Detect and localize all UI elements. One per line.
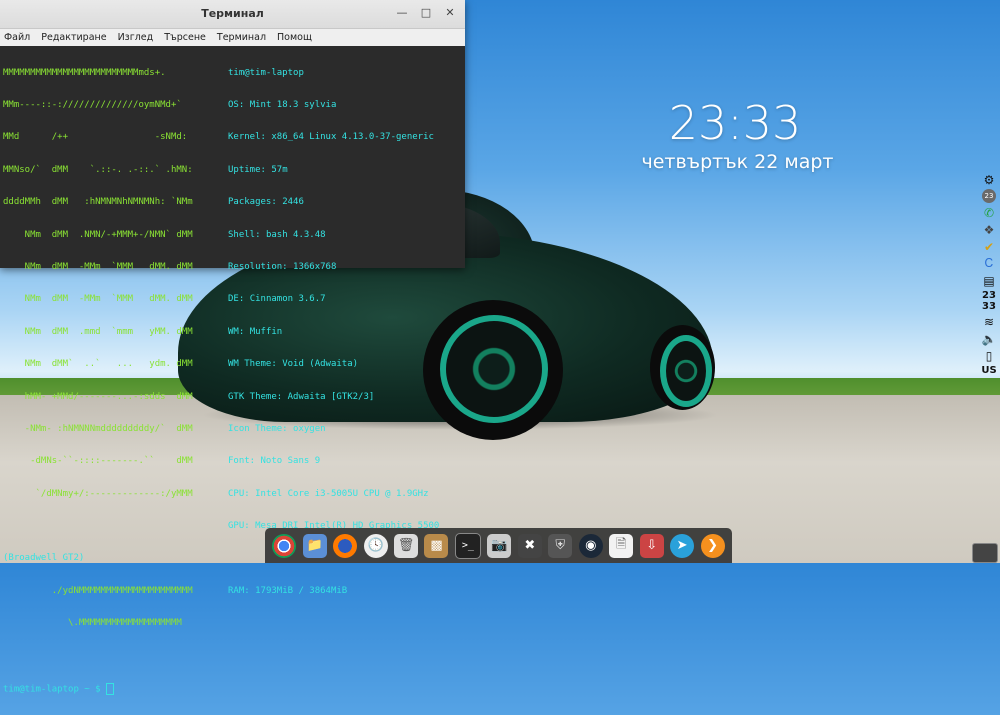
info-value: bash 4.3.48	[265, 229, 326, 240]
logo-line: NMm dMM -MMm `MMM dMM. dMM	[3, 261, 193, 272]
window-titlebar[interactable]: Терминал — □ ✕	[0, 0, 465, 29]
wallpaper-car-front-rim	[660, 335, 712, 407]
menubar: Файл Редактиране Изглед Търсене Терминал…	[0, 29, 465, 47]
desklet-date: четвъртък 22 март	[641, 151, 834, 173]
dock: 📁 🕓 🗑 ▩ >_ 📷 ✖ ⛨ ◉ 🗎 ⇩ ➤ ❯	[265, 528, 732, 563]
text-cursor[interactable]	[105, 683, 114, 696]
info-label: GTK Theme:	[228, 391, 283, 402]
info-label: GPU:	[228, 521, 250, 532]
logo-line: NMm dMM .mmd `mmm yMM. dMM	[3, 326, 193, 337]
firefox-icon[interactable]	[333, 533, 358, 558]
info-value: Adwaita [GTK2/3]	[287, 391, 375, 402]
logo-line: NMm dMM .NMN/-+MMM+-/NMN` dMM	[3, 229, 193, 240]
keyboard-layout[interactable]: US	[981, 365, 996, 376]
logo-line: MMNso/` dMM `.::-. .-::.` .hMN:	[3, 164, 193, 175]
info-label: DE:	[228, 294, 245, 305]
logo-line: NMm dMM -MMm `MMM dMM. dMM	[3, 294, 193, 305]
panel-clock-hour: 23	[982, 290, 996, 301]
terminal-output[interactable]: MMMMMMMMMMMMMMMMMMMMMMMMMmds+. tim@tim-la…	[0, 46, 465, 696]
menu-edit[interactable]: Редактиране	[41, 32, 106, 43]
play-icon[interactable]: ❯	[700, 533, 725, 558]
logo-line: ddddMMh dMM :hNMNMNhNMNMNh: `NMm	[3, 197, 193, 208]
right-panel: ⚙ 23 ✆ ❖ ✔ Ꮯ ▤ 23 33 ≋ 🔈 ▯ US	[978, 172, 1000, 394]
shield-icon[interactable]: ⛨	[548, 533, 573, 558]
menu-file[interactable]: Файл	[4, 32, 30, 43]
chrome-icon[interactable]	[272, 533, 297, 558]
info-value: Cinnamon 3.6.7	[249, 294, 326, 305]
menu-help[interactable]: Помощ	[277, 32, 312, 43]
telegram-icon[interactable]: ➤	[670, 533, 695, 558]
archive-icon[interactable]: ▩	[424, 533, 449, 558]
volume-icon[interactable]: 🔈	[981, 331, 997, 346]
bluetooth-icon[interactable]: Ꮯ	[981, 256, 997, 271]
info-value: Intel Core i3-5005U CPU @ 1.9GHz	[255, 488, 429, 499]
logo-line: \.MMMMMMMMMMMMMMMMMMM	[3, 618, 182, 629]
info-label: OS:	[228, 99, 245, 110]
clock-icon[interactable]: 🕓	[363, 533, 388, 558]
info-value: oxygen	[293, 423, 326, 434]
steam-icon[interactable]: ◉	[578, 533, 603, 558]
info-label: Icon Theme:	[228, 423, 288, 434]
logo-line: ./ydNMMMMMMMMMMMMMMMMMMMMM	[3, 585, 193, 596]
info-value: Void (Adwaita)	[282, 359, 359, 370]
info-label: WM Theme:	[228, 359, 277, 370]
info-value: Noto Sans 9	[260, 456, 321, 467]
screenshot-icon[interactable]: 📷	[487, 533, 512, 558]
logo-line: hMM- +MMd/-------...-:sdds dMM	[3, 391, 193, 402]
info-value: 2446	[282, 197, 304, 208]
logo-line: -dMNs-``-::::-------.`` dMM	[3, 456, 193, 467]
logo-line: MMd /++ -sNMd:	[3, 132, 188, 143]
info-value: Mint 18.3 sylvia	[249, 99, 337, 110]
files-icon[interactable]: 📁	[302, 533, 327, 558]
wifi-icon[interactable]: ≋	[981, 314, 997, 329]
battery-icon[interactable]: ▯	[981, 348, 997, 363]
gear-icon[interactable]: ⚙	[981, 172, 997, 187]
desklet-time: 23:33	[668, 96, 802, 150]
info-label: Packages:	[228, 197, 277, 208]
info-value: 57m	[271, 164, 288, 175]
info-label: Kernel:	[228, 132, 266, 143]
info-label: RAM:	[228, 585, 250, 596]
info-label: Uptime:	[228, 164, 266, 175]
info-label: Shell:	[228, 229, 261, 240]
notification-badge[interactable]: 23	[982, 189, 996, 203]
dropbox-icon[interactable]: ❖	[981, 222, 997, 237]
info-label: Resolution:	[228, 261, 288, 272]
terminal-icon[interactable]: >_	[454, 532, 481, 559]
info-value: Muffin	[249, 326, 283, 337]
info-label: CPU:	[228, 488, 250, 499]
minimize-icon[interactable]: —	[395, 6, 409, 20]
clipboard-icon[interactable]: ▤	[981, 273, 997, 288]
maximize-icon[interactable]: □	[419, 6, 433, 20]
shell-prompt: tim@tim-laptop ~ $	[3, 684, 101, 695]
whatsapp-icon[interactable]: ✆	[981, 205, 997, 220]
installer-icon[interactable]: ⇩	[639, 533, 664, 558]
update-shield-icon[interactable]: ✔	[981, 239, 997, 254]
logo-line: MMm----::-://////////////oymNMd+`	[3, 99, 182, 110]
info-value: 1793MiB / 3864MiB	[255, 585, 348, 596]
info-value: x86_64 Linux 4.13.0-37-generic	[271, 132, 434, 143]
user-host: tim@tim-laptop	[228, 67, 304, 78]
close-icon[interactable]: ✕	[443, 6, 457, 20]
logo-line: -NMm- :hNMNNNmdddddddddy/` dMM	[3, 423, 193, 434]
panel-clock-minute: 33	[982, 301, 996, 312]
menu-search[interactable]: Търсене	[164, 32, 206, 43]
info-label: WM:	[228, 326, 245, 337]
logo-line: MMMMMMMMMMMMMMMMMMMMMMMMMmds+.	[3, 67, 166, 78]
panel-clock[interactable]: 23 33	[982, 290, 996, 312]
terminal-window[interactable]: Терминал — □ ✕ Файл Редактиране Изглед Т…	[0, 0, 465, 696]
document-icon[interactable]: 🗎	[609, 533, 634, 558]
info-label: Font:	[228, 456, 256, 467]
show-desktop-button[interactable]	[972, 543, 998, 563]
logo-line: `/dMNmy+/:-------------:/yMMM	[3, 488, 193, 499]
trash-icon[interactable]: 🗑	[394, 533, 419, 558]
info-value: 1366x768	[293, 261, 337, 272]
menu-view[interactable]: Изглед	[118, 32, 154, 43]
gpu-wrap: (Broadwell GT2)	[3, 553, 85, 564]
menu-terminal[interactable]: Терминал	[217, 32, 266, 43]
logo-line: NMm dMM` ..` ... ydm. dMM	[3, 359, 193, 370]
tools-icon[interactable]: ✖	[517, 533, 542, 558]
